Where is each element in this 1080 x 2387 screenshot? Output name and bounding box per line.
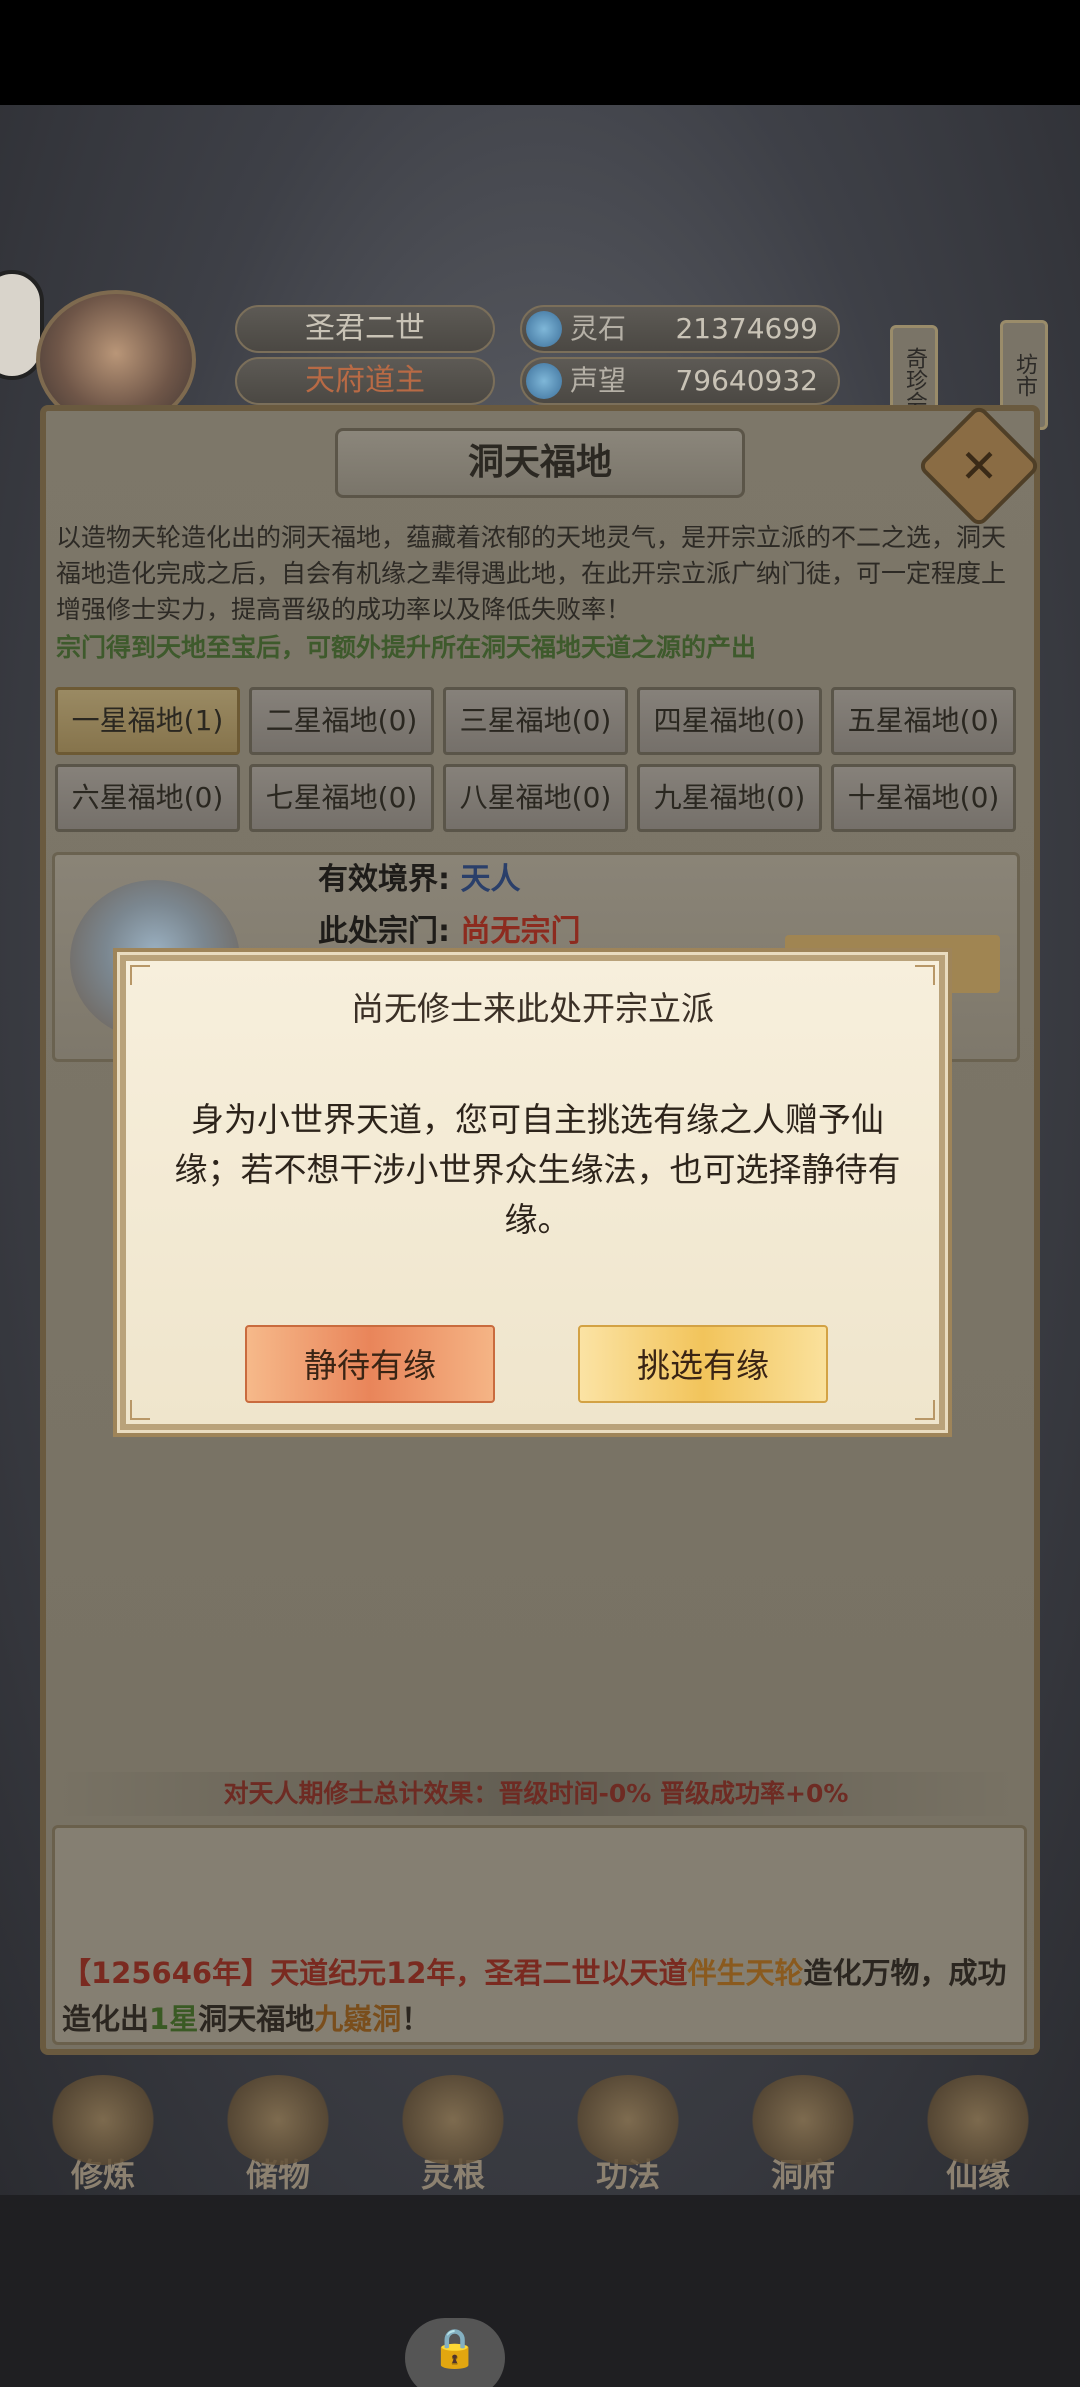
tier-tab-8[interactable]: 八星福地(0) [443, 764, 628, 832]
realm-value: 天人 [460, 862, 521, 897]
log-text-a: 以天道 [600, 1956, 688, 1990]
nav-storage[interactable]: 储物 [203, 2075, 353, 2205]
wait-for-fate-button[interactable]: 静待有缘 [245, 1325, 495, 1403]
spirit-stone-label: 灵石 [570, 312, 627, 345]
fame-label: 声望 [570, 364, 627, 397]
dialog-corner-top-right [915, 965, 935, 985]
log-cave-name: 九嶷洞 [314, 2002, 402, 2036]
player-title-pill: 天府道主 [235, 357, 495, 405]
cave-dwelling-icon [748, 2075, 858, 2165]
tier-tab-10[interactable]: 十星福地(0) [831, 764, 1016, 832]
spirit-stone-pill: 灵石 21374699 [520, 305, 840, 353]
close-icon[interactable]: ✕ [935, 422, 1023, 510]
log-star: 1星 [149, 2002, 199, 2036]
spirit-root-icon [398, 2075, 508, 2165]
log-year: 【125646年】天道纪元12年， [62, 1956, 485, 1990]
player-name: 圣君二世 [305, 311, 425, 346]
fame-icon [526, 363, 562, 399]
tier-tab-3[interactable]: 三星福地(0) [443, 687, 628, 755]
log-text-d: ！ [401, 2002, 431, 2036]
nav-cave-dwelling[interactable]: 洞府 [728, 2075, 878, 2205]
total-effect-summary: 对天人期修士总计效果：晋级时间-0% 晋级成功率+0% [52, 1772, 1020, 1816]
player-name-pill: 圣君二世 [235, 305, 495, 353]
dialog-body: 身为小世界天道，您可自主挑选有缘之人赠予仙缘；若不想干涉小世界众生缘法，也可选择… [174, 1100, 901, 1239]
spirit-stone-icon [526, 311, 562, 347]
fame-pill: 声望 79640932 [520, 357, 840, 405]
storage-bag-icon [223, 2075, 333, 2165]
tier-tab-1[interactable]: 一星福地(1) [55, 687, 240, 755]
log-player: 圣君二世 [484, 1956, 601, 1990]
nav-technique[interactable]: 功法 [553, 2075, 703, 2205]
status-bar [0, 0, 1080, 105]
tier-tab-9[interactable]: 九星福地(0) [637, 764, 822, 832]
technique-book-icon [573, 2075, 683, 2165]
dialog-corner-bottom-left [130, 1400, 150, 1420]
dialog-title: 尚无修士来此处开宗立派 [351, 989, 714, 1028]
fame-value: 79640932 [675, 364, 818, 397]
panel-description: 以造物天轮造化出的洞天福地，蕴藏着浓郁的天地灵气，是开宗立派的不二之选，洞天福地… [56, 523, 1007, 624]
panel-description-highlight: 宗门得到天地至宝后，可额外提升所在洞天福地天道之源的产出 [56, 633, 757, 662]
choose-fate-button[interactable]: 挑选有缘 [578, 1325, 828, 1403]
nav-cultivate[interactable]: 修炼 [28, 2075, 178, 2205]
event-log-entry: 【125646年】天道纪元12年，圣君二世以天道伴生天轮造化万物，成功造化出1星… [62, 1950, 1022, 2042]
panel-title: 洞天福地 [467, 442, 612, 483]
tier-tab-2[interactable]: 二星福地(0) [249, 687, 434, 755]
tier-tab-5[interactable]: 五星福地(0) [831, 687, 1016, 755]
nav-spirit-root[interactable]: 灵根 [378, 2075, 528, 2205]
spirit-stone-value: 21374699 [675, 312, 818, 345]
realm-line: 有效境界: 天人 [318, 858, 520, 902]
sect-line: 此处宗门: 尚无宗门 [318, 910, 580, 954]
bottom-nav-background [0, 2195, 1080, 2387]
nav-immortal-fate[interactable]: 仙缘 [903, 2075, 1053, 2205]
sect-label: 此处宗门: [318, 914, 450, 949]
tier-tab-6[interactable]: 六星福地(0) [55, 764, 240, 832]
tier-tab-4[interactable]: 四星福地(0) [637, 687, 822, 755]
realm-label: 有效境界: [318, 862, 450, 897]
dialog-corner-top-left [130, 965, 150, 985]
cultivate-icon [48, 2075, 158, 2165]
dialog-corner-bottom-right [915, 1400, 935, 1420]
sect-value: 尚无宗门 [460, 914, 581, 949]
player-title: 天府道主 [305, 363, 425, 398]
immortal-fate-icon [923, 2075, 1033, 2165]
lock-icon[interactable]: 🔒 [405, 2318, 505, 2387]
log-wheel: 伴生天轮 [687, 1956, 804, 1990]
log-text-c: 洞天福地 [198, 2002, 315, 2036]
tier-tab-7[interactable]: 七星福地(0) [249, 764, 434, 832]
